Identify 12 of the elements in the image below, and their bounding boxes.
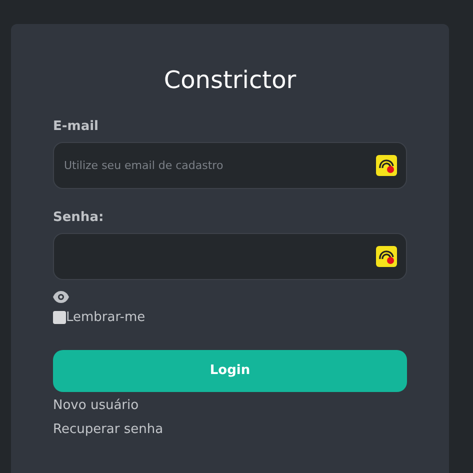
remember-checkbox[interactable] <box>53 311 66 324</box>
extension-icon[interactable] <box>376 246 397 267</box>
field-label: Senha: <box>53 209 105 227</box>
extension-icon[interactable] <box>376 155 397 176</box>
field-label: E-mail <box>53 118 100 136</box>
text-link[interactable]: Recuperar senha <box>53 422 164 436</box>
eye-icon[interactable] <box>53 290 69 303</box>
password-field[interactable] <box>53 233 407 280</box>
text-link[interactable]: Novo usuário <box>53 398 139 412</box>
email-field[interactable]: Utilize seu email de cadastro <box>53 142 407 189</box>
remember-label: Lembrar-me <box>66 309 146 327</box>
app-title: Constrictor <box>162 65 298 96</box>
